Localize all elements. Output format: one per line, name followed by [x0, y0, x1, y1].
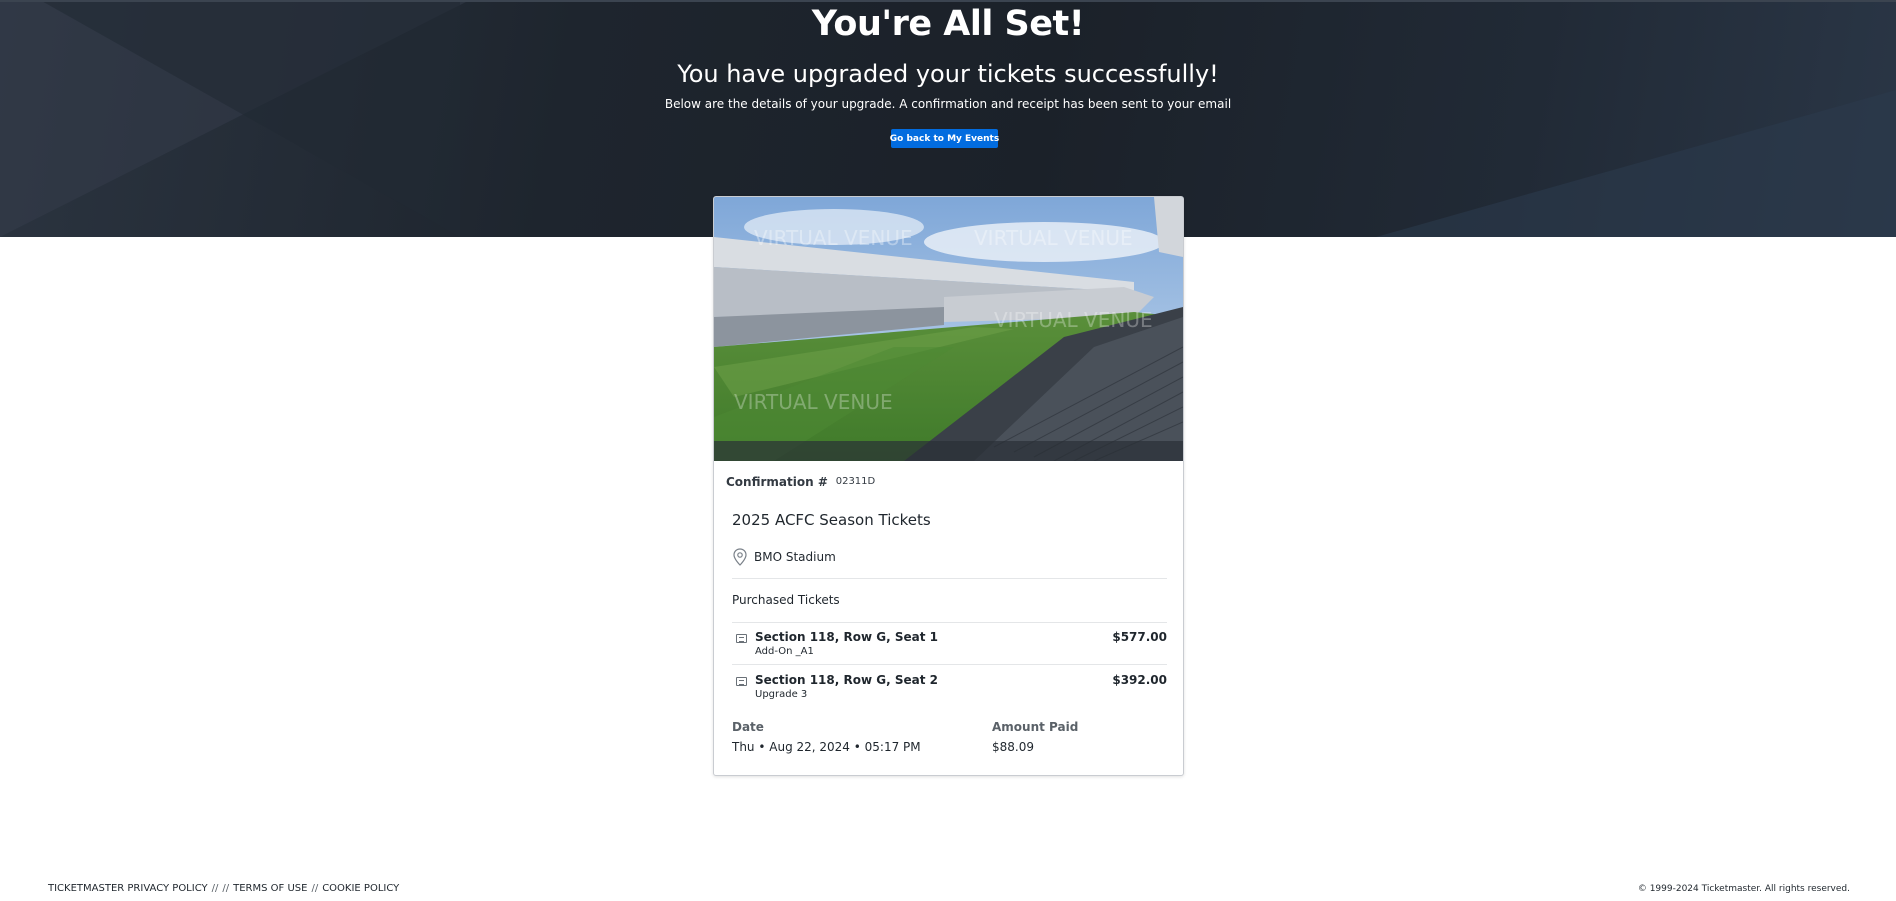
purchased-tickets-heading: Purchased Tickets	[732, 593, 840, 607]
success-description: Below are the details of your upgrade. A…	[664, 97, 1232, 111]
ticket-icon	[736, 634, 747, 643]
amount-paid-value: $88.09	[992, 740, 1034, 754]
confirmation-value: 02311D	[835, 476, 876, 487]
venue-name: BMO Stadium	[754, 550, 836, 564]
watermark-text: VIRTUAL VENUE	[754, 226, 913, 250]
ticket-detail: Add-On _A1	[755, 646, 814, 657]
hero-decoration	[1376, 90, 1896, 237]
confirmation-number: Confirmation # 02311D	[726, 475, 875, 489]
ticket-detail: Upgrade 3	[755, 689, 808, 700]
success-subtitle: You have upgraded your tickets successfu…	[677, 60, 1219, 88]
venue-row: BMO Stadium	[732, 548, 836, 566]
footer-separator: //	[211, 883, 219, 894]
divider	[732, 622, 1167, 623]
privacy-policy-link[interactable]: TICKETMASTER PRIVACY POLICY	[48, 883, 208, 894]
ticket-seat: Section 118, Row G, Seat 2	[755, 673, 938, 687]
watermark-text: VIRTUAL VENUE	[974, 226, 1133, 250]
watermark-text: VIRTUAL VENUE	[734, 390, 893, 414]
copyright-notice: © 1999-2024 Ticketmaster. All rights res…	[1637, 884, 1850, 894]
page-title: You're All Set!	[811, 4, 1085, 44]
date-value: Thu • Aug 22, 2024 • 05:17 PM	[732, 740, 921, 754]
footer-separator: //	[311, 883, 319, 894]
amount-paid-label: Amount Paid	[992, 720, 1079, 734]
terms-of-use-link[interactable]: TERMS OF USE	[233, 883, 307, 894]
ticket-row: Section 118, Row G, Seat 2 Upgrade 3 $39…	[732, 670, 1167, 710]
go-back-to-my-events-button[interactable]: Go back to My Events	[890, 129, 999, 148]
date-label: Date	[732, 720, 764, 734]
ticket-seat: Section 118, Row G, Seat 1	[755, 630, 938, 644]
stadium-view-image: VIRTUAL VENUE VIRTUAL VENUE VIRTUAL VENU…	[714, 197, 1183, 461]
event-title: 2025 ACFC Season Tickets	[732, 511, 931, 529]
footer-separator: //	[222, 883, 230, 894]
cookie-policy-link[interactable]: COOKIE POLICY	[322, 883, 399, 894]
ticket-price: $392.00	[1112, 673, 1167, 687]
confirmation-label: Confirmation #	[726, 475, 828, 489]
ticket-row: Section 118, Row G, Seat 1 Add-On _A1 $5…	[732, 627, 1167, 667]
upgrade-details-card: VIRTUAL VENUE VIRTUAL VENUE VIRTUAL VENU…	[713, 196, 1184, 776]
divider	[732, 664, 1167, 665]
divider	[732, 578, 1167, 579]
ticket-icon	[736, 677, 747, 686]
map-pin-icon	[733, 548, 747, 566]
hero-top-border	[0, 0, 1896, 2]
watermark-text: VIRTUAL VENUE	[994, 308, 1153, 332]
ticket-price: $577.00	[1112, 630, 1167, 644]
footer-links: TICKETMASTER PRIVACY POLICY // // TERMS …	[48, 883, 399, 894]
